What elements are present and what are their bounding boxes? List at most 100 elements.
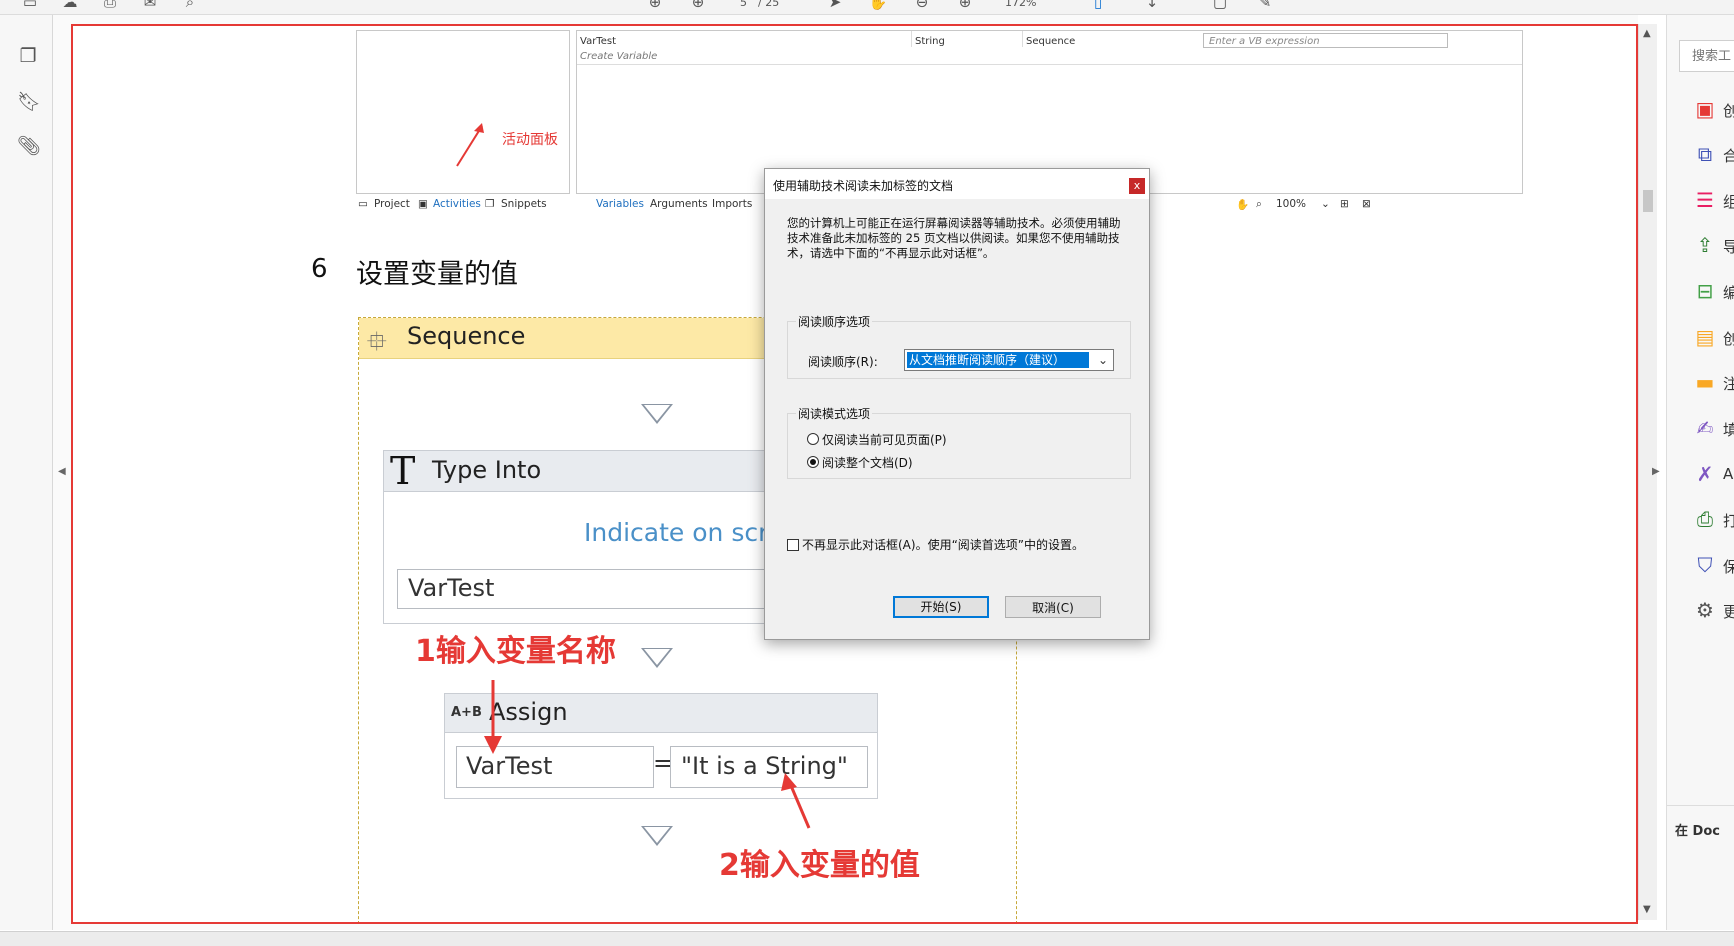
next-page-icon[interactable]: ⊕ <box>688 0 708 11</box>
vb-expression-input: Enter a VB expression <box>1203 33 1448 48</box>
prev-page-icon[interactable]: ⊕ <box>645 0 665 11</box>
type-into-value: VarTest <box>408 574 495 602</box>
type-into-title: Type Into <box>432 456 542 484</box>
fit-icon: ⊞ <box>1340 198 1349 210</box>
zoom-level[interactable]: 172% <box>1005 0 1036 9</box>
tab-project-icon: ▭ <box>358 198 368 210</box>
expand-right-icon[interactable]: ▶ <box>1652 466 1660 477</box>
reading-order-select[interactable]: 从文档推断阅读顺序（建议） ⌄ <box>904 349 1114 371</box>
chevron-down-icon[interactable]: ⌄ <box>1095 350 1111 370</box>
fit-page-icon[interactable]: ▯ <box>1088 0 1108 11</box>
scroll-thumb[interactable] <box>1643 190 1653 212</box>
more-tools-icon[interactable]: ⚙ <box>1693 598 1717 622</box>
create-edit-icon[interactable]: ▤ <box>1693 325 1717 349</box>
tool-label[interactable]: 注 <box>1723 373 1734 394</box>
dropdown-icon: ⌄ <box>1321 198 1330 210</box>
assign-value-field: "It is a String" <box>670 746 868 788</box>
tool-label[interactable]: A <box>1723 465 1733 483</box>
tool-label[interactable]: 创 <box>1723 100 1734 121</box>
print-production-icon[interactable]: ⎙ <box>1693 507 1717 531</box>
tool-label[interactable]: 更 <box>1723 601 1734 622</box>
tools-pane: 搜索工 ▣ 创 ⧉ 合 ☰ 组 ⇪ 导 ⊟ 编 ▤ 创 ▬ 注 ✍ 填 ✗ A … <box>1666 15 1734 930</box>
tool-label[interactable]: 创 <box>1723 328 1734 349</box>
tool-label[interactable]: 组 <box>1723 191 1734 212</box>
create-variable-row: Create Variable <box>580 51 658 62</box>
mail-icon[interactable]: ✉ <box>140 0 160 11</box>
protect-icon[interactable]: ⛉ <box>1693 553 1717 577</box>
upload-icon[interactable]: ☁ <box>60 0 80 11</box>
sequence-title: Sequence <box>407 322 526 350</box>
indicate-on-screen-link: Indicate on scre <box>584 518 784 547</box>
attachment-icon[interactable]: 📎︎ <box>17 135 41 157</box>
group-label: 阅读顺序选项 <box>796 313 873 330</box>
tool-label[interactable]: 合 <box>1723 145 1734 166</box>
zoom-icon: ⌕ <box>1256 198 1262 210</box>
overview-icon: ⊠ <box>1362 198 1371 210</box>
export-icon[interactable]: ⇪ <box>1693 233 1717 257</box>
dont-show-checkbox[interactable] <box>787 539 799 551</box>
organize-icon[interactable]: ☰ <box>1693 188 1717 212</box>
zoom-out-icon[interactable]: ⊖ <box>912 0 932 11</box>
activities-panel: 活动面板 <box>356 30 570 194</box>
edit-icon[interactable]: ⊟ <box>1693 279 1717 303</box>
flow-arrow-icon <box>641 826 673 846</box>
page-number[interactable]: 5 <box>740 0 747 9</box>
annotation-arrow <box>456 123 484 167</box>
tab-variables: Variables <box>596 198 644 210</box>
create-pdf-icon[interactable]: ▣ <box>1693 97 1717 121</box>
tool-label[interactable]: 填 <box>1723 419 1734 440</box>
signature-icon[interactable]: ✗ <box>1693 462 1717 486</box>
radio-whole-document-label[interactable]: 阅读整个文档(D) <box>822 454 913 471</box>
collapse-left-icon[interactable]: ◀ <box>58 466 66 477</box>
scroll-up-icon[interactable]: ▲ <box>1643 28 1651 39</box>
activities-annotation: 活动面板 <box>502 132 558 148</box>
combine-icon[interactable]: ⧉ <box>1693 142 1717 166</box>
comment-icon[interactable]: ▬ <box>1693 370 1717 394</box>
assign-header: A+B Assign <box>445 694 877 733</box>
status-bar <box>0 931 1734 946</box>
tool-label[interactable]: 保 <box>1723 556 1734 577</box>
cancel-button[interactable]: 取消(C) <box>1005 596 1101 618</box>
section-title: 设置变量的值 <box>356 259 518 290</box>
tab-snippets: Snippets <box>501 198 547 210</box>
page-thumbnails-icon[interactable]: ❐ <box>17 45 39 67</box>
document-cloud-text: 在 Doc <box>1675 824 1720 839</box>
section-number: 6 <box>311 254 328 284</box>
radio-whole-document[interactable] <box>807 456 819 468</box>
start-button[interactable]: 开始(S) <box>893 596 989 618</box>
left-nav-pane: ❐ 🔖︎ 📎︎ <box>0 15 53 930</box>
select-tool-icon[interactable]: ➤ <box>825 0 845 11</box>
group-label: 阅读模式选项 <box>796 405 873 422</box>
fill-sign-icon[interactable]: ✍ <box>1693 416 1717 440</box>
tool-label[interactable]: 导 <box>1723 236 1734 257</box>
reading-order-group: 阅读顺序选项 阅读顺序(R): 从文档推断阅读顺序（建议） ⌄ <box>787 313 1131 379</box>
dont-show-label[interactable]: 不再显示此对话框(A)。使用“阅读首选项”中的设置。 <box>802 536 1084 553</box>
scroll-icon[interactable]: ↓ <box>1142 0 1162 11</box>
radio-visible-pages-label[interactable]: 仅阅读当前可见页面(P) <box>822 431 947 448</box>
tool-label[interactable]: 打 <box>1723 510 1734 531</box>
pen-icon[interactable]: ✎ <box>1255 0 1275 11</box>
tab-imports: Imports <box>712 198 753 210</box>
reading-order-label: 阅读顺序(R): <box>808 355 878 369</box>
hand-tool-icon[interactable]: ✋ <box>868 0 888 11</box>
tool-label[interactable]: 编 <box>1723 282 1734 303</box>
divider <box>1667 805 1734 806</box>
search-tools-input[interactable]: 搜索工 <box>1679 40 1734 72</box>
comment-icon[interactable]: ▢ <box>1210 0 1230 11</box>
dialog-titlebar: 使用辅助技术阅读未加标签的文档 x <box>765 169 1149 199</box>
close-icon[interactable]: x <box>1129 178 1145 194</box>
radio-visible-pages[interactable] <box>807 433 819 445</box>
bookmark-icon[interactable]: 🔖︎ <box>17 91 41 113</box>
save-icon[interactable]: ▭ <box>20 0 40 11</box>
tab-project: Project <box>374 198 410 210</box>
print-icon[interactable]: ⎙ <box>100 0 120 11</box>
zoom-in-icon[interactable]: ⊕ <box>955 0 975 11</box>
tab-activities-icon: ▣ <box>418 198 428 210</box>
dialog-title: 使用辅助技术阅读未加标签的文档 <box>773 179 954 193</box>
page-total: / 25 <box>758 0 780 9</box>
scroll-down-icon[interactable]: ▼ <box>1643 904 1651 915</box>
tab-activities: Activities <box>433 198 481 210</box>
search-icon[interactable]: ⌕ <box>180 0 200 11</box>
accessibility-dialog: 使用辅助技术阅读未加标签的文档 x 您的计算机上可能正在运行屏幕阅读器等辅助技术… <box>764 168 1150 640</box>
assign-to-value: VarTest <box>466 752 553 780</box>
